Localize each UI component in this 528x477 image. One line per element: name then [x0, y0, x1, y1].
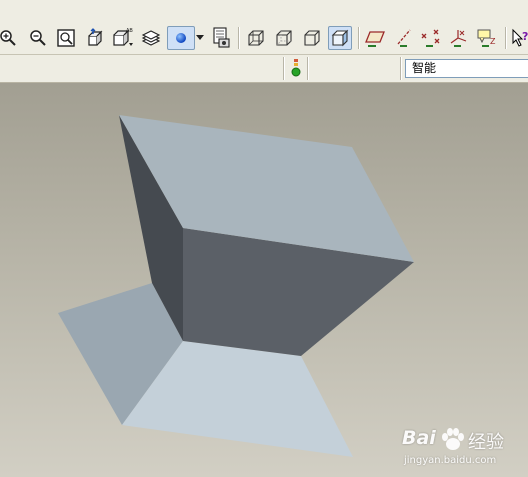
annotation-icon: Z [477, 29, 496, 47]
hidden-line-button[interactable] [272, 26, 296, 50]
3d-model[interactable] [0, 83, 528, 477]
reorient-button[interactable] [83, 26, 107, 50]
paw-icon [442, 428, 464, 450]
shading-icon [331, 29, 349, 47]
toolbar-separator [238, 27, 239, 49]
hidden-line-icon [276, 30, 292, 46]
toolbar-separator [358, 27, 359, 49]
whats-this-button[interactable]: ? [509, 26, 528, 50]
status-separator [307, 57, 308, 80]
watermark-url: jingyan.baidu.com [404, 455, 497, 466]
refit-button[interactable] [54, 26, 78, 50]
no-hidden-button[interactable] [300, 26, 324, 50]
coordinate-systems-icon [450, 30, 467, 47]
status-bar: 智能 [0, 55, 528, 83]
datum-axes-button[interactable] [392, 26, 416, 50]
watermark-brand-prefix: Bai [402, 427, 436, 449]
status-separator [283, 57, 284, 80]
toolbar-separator [505, 27, 506, 49]
annotation-button[interactable]: Z [475, 26, 499, 50]
main-toolbar: AB Z ? [0, 0, 528, 55]
repaint-icon [213, 27, 230, 48]
datum-points-icon [421, 29, 440, 47]
spin-center-dropdown[interactable] [194, 26, 206, 50]
spin-center-button[interactable] [167, 26, 195, 50]
zoom-out-button[interactable] [26, 26, 50, 50]
saved-views-icon: AB [113, 28, 133, 46]
zoom-in-button[interactable] [0, 26, 20, 50]
repaint-button[interactable] [209, 26, 233, 50]
shading-button[interactable] [328, 26, 352, 50]
zoom-in-icon [0, 30, 16, 46]
wireframe-icon [248, 30, 264, 46]
dropdown-arrow-icon [196, 35, 204, 40]
selection-filter-value: 智能 [412, 61, 437, 75]
svg-text:?: ? [522, 30, 528, 43]
toolbar-row: AB Z ? [0, 22, 528, 54]
coordinate-systems-button[interactable] [447, 26, 471, 50]
wireframe-button[interactable] [244, 26, 268, 50]
layers-icon [141, 30, 161, 46]
layers-button[interactable] [139, 26, 163, 50]
refit-icon [57, 29, 75, 47]
whats-this-icon: ? [512, 28, 528, 47]
datum-axes-icon [397, 29, 411, 47]
watermark-brand-suffix: 经验 [468, 432, 504, 453]
svg-text:Z: Z [490, 37, 496, 46]
selection-filter-select[interactable]: 智能 [405, 59, 528, 78]
regeneration-status-icon[interactable] [290, 58, 302, 80]
graphics-viewport[interactable] [0, 83, 528, 477]
datum-planes-icon [365, 31, 385, 47]
datum-points-button[interactable] [419, 26, 443, 50]
svg-text:AB: AB [126, 28, 133, 34]
saved-views-button[interactable]: AB [111, 26, 135, 50]
zoom-out-icon [30, 30, 46, 46]
baidu-jingyan-watermark: Bai 经验 jingyan.baidu.com [388, 425, 528, 477]
datum-planes-button[interactable] [363, 26, 387, 50]
status-separator [400, 57, 401, 80]
spin-center-icon [176, 33, 186, 43]
no-hidden-icon [304, 30, 320, 46]
reorient-icon [88, 28, 103, 46]
